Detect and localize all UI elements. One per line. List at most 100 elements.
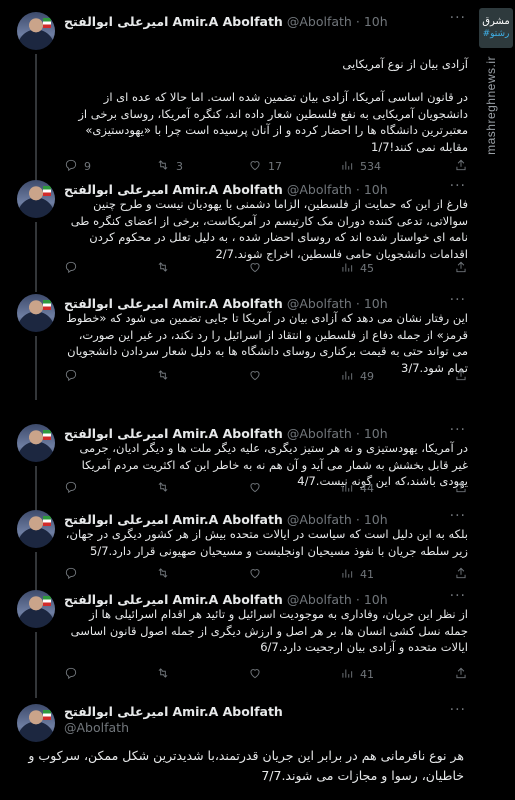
tweet[interactable]: امیرعلی ابوالفتح Amir.A Abolfath @Abolfa… (0, 10, 478, 190)
tweet-time[interactable]: 10h (364, 512, 388, 527)
tweet-time[interactable]: 10h (364, 296, 388, 311)
tweet-time[interactable]: 10h (364, 14, 388, 29)
reply-count: 9 (84, 159, 91, 173)
author-name-fa[interactable]: امیرعلی ابوالفتح (64, 704, 168, 719)
heart-icon (248, 480, 262, 497)
reply-button[interactable] (64, 260, 156, 277)
more-icon[interactable]: ··· (450, 10, 466, 26)
views-icon (340, 368, 354, 385)
more-icon[interactable]: ··· (450, 702, 466, 718)
tweet[interactable]: امیرعلی ابوالفتح Amir.A Abolfath @Abolfa… (0, 292, 478, 400)
author-handle[interactable]: @Abolfath (287, 592, 352, 607)
views-button[interactable]: 41 (340, 566, 432, 583)
reply-button[interactable] (64, 480, 156, 497)
heart-icon (248, 566, 262, 583)
like-button[interactable]: 17 (248, 158, 340, 175)
author-name-fa[interactable]: امیرعلی ابوالفتح (64, 14, 168, 29)
thread-connector (35, 222, 37, 292)
view-count: 49 (360, 369, 374, 383)
author-name-fa[interactable]: امیرعلی ابوالفتح (64, 592, 168, 607)
reply-icon (64, 480, 78, 497)
author-handle[interactable]: @Abolfath (64, 720, 129, 735)
share-icon (454, 368, 468, 385)
more-icon[interactable]: ··· (450, 508, 466, 524)
tweet[interactable]: امیرعلی ابوالفتح Amir.A Abolfath @Abolfa… (0, 508, 478, 598)
avatar[interactable] (17, 424, 55, 462)
author-name[interactable]: Amir.A Abolfath (172, 592, 282, 607)
avatar[interactable] (17, 510, 55, 548)
tweet-actions: 41 (64, 666, 468, 682)
author-handle[interactable]: @Abolfath (287, 296, 352, 311)
thread-connector (35, 466, 37, 512)
author-name-fa[interactable]: امیرعلی ابوالفتح (64, 296, 168, 311)
share-button[interactable] (454, 260, 468, 277)
author-handle[interactable]: @Abolfath (287, 14, 352, 29)
author-name[interactable]: Amir.A Abolfath (172, 512, 282, 527)
reply-button[interactable]: 9 (64, 158, 156, 175)
views-button[interactable]: 45 (340, 260, 432, 277)
share-icon (454, 480, 468, 497)
views-button[interactable]: 41 (340, 666, 432, 683)
like-button[interactable] (248, 566, 340, 583)
author-name[interactable]: Amir.A Abolfath (172, 182, 282, 197)
retweet-button[interactable] (156, 566, 248, 583)
retweet-icon (156, 666, 170, 683)
more-icon[interactable]: ··· (450, 178, 466, 194)
thread-connector (35, 632, 37, 698)
avatar[interactable] (17, 294, 55, 332)
retweet-icon (156, 260, 170, 277)
views-button[interactable]: 44 (340, 480, 432, 497)
tweet-time[interactable]: 10h (364, 182, 388, 197)
tweet-time[interactable]: 10h (364, 592, 388, 607)
views-button[interactable]: 534 (340, 158, 432, 175)
author-handle[interactable]: @Abolfath (287, 426, 352, 441)
share-button[interactable] (454, 368, 468, 385)
avatar[interactable] (17, 590, 55, 628)
views-icon (340, 480, 354, 497)
retweet-icon (156, 368, 170, 385)
tweet-text: آزادی بیان از نوع آمریکایی در قانون اساس… (78, 57, 468, 154)
separator-dot: · (355, 295, 360, 311)
author-name[interactable]: Amir.A Abolfath (172, 296, 282, 311)
reply-button[interactable] (64, 666, 156, 683)
retweet-button[interactable] (156, 480, 248, 497)
avatar[interactable] (17, 12, 55, 50)
more-icon[interactable]: ··· (450, 588, 466, 604)
author-name[interactable]: Amir.A Abolfath (172, 14, 282, 29)
reply-icon (64, 368, 78, 385)
retweet-button[interactable]: 3 (156, 158, 248, 175)
tweet[interactable]: امیرعلی ابوالفتح Amir.A Abolfath @Abolfa… (0, 588, 478, 698)
retweet-button[interactable] (156, 260, 248, 277)
share-button[interactable] (454, 666, 468, 683)
views-button[interactable]: 49 (340, 368, 432, 385)
author-name-fa[interactable]: امیرعلی ابوالفتح (64, 512, 168, 527)
like-button[interactable] (248, 368, 340, 385)
author-handle[interactable]: @Abolfath (287, 512, 352, 527)
retweet-button[interactable] (156, 666, 248, 683)
views-icon (340, 566, 354, 583)
share-button[interactable] (454, 480, 468, 497)
like-button[interactable] (248, 260, 340, 277)
share-button[interactable] (454, 566, 468, 583)
tweet-actions: 45 (64, 260, 468, 276)
more-icon[interactable]: ··· (450, 422, 466, 438)
reply-button[interactable] (64, 368, 156, 385)
author-handle[interactable]: @Abolfath (287, 182, 352, 197)
author-name-fa[interactable]: امیرعلی ابوالفتح (64, 426, 168, 441)
share-icon (454, 158, 468, 175)
tweet[interactable]: امیرعلی ابوالفتح Amir.A Abolfath @Abolfa… (0, 178, 478, 292)
share-icon (454, 260, 468, 277)
more-icon[interactable]: ··· (450, 292, 466, 308)
retweet-button[interactable] (156, 368, 248, 385)
reply-button[interactable] (64, 566, 156, 583)
like-button[interactable] (248, 480, 340, 497)
author-name-fa[interactable]: امیرعلی ابوالفتح (64, 182, 168, 197)
tweet[interactable]: امیرعلی ابوالفتح Amir.A Abolfath @Abolfa… (0, 422, 478, 512)
author-name[interactable]: Amir.A Abolfath (172, 704, 282, 719)
like-button[interactable] (248, 666, 340, 683)
tweet-time[interactable]: 10h (364, 426, 388, 441)
avatar[interactable] (17, 180, 55, 218)
share-button[interactable] (454, 158, 468, 175)
author-name[interactable]: Amir.A Abolfath (172, 426, 282, 441)
avatar[interactable] (17, 704, 55, 742)
